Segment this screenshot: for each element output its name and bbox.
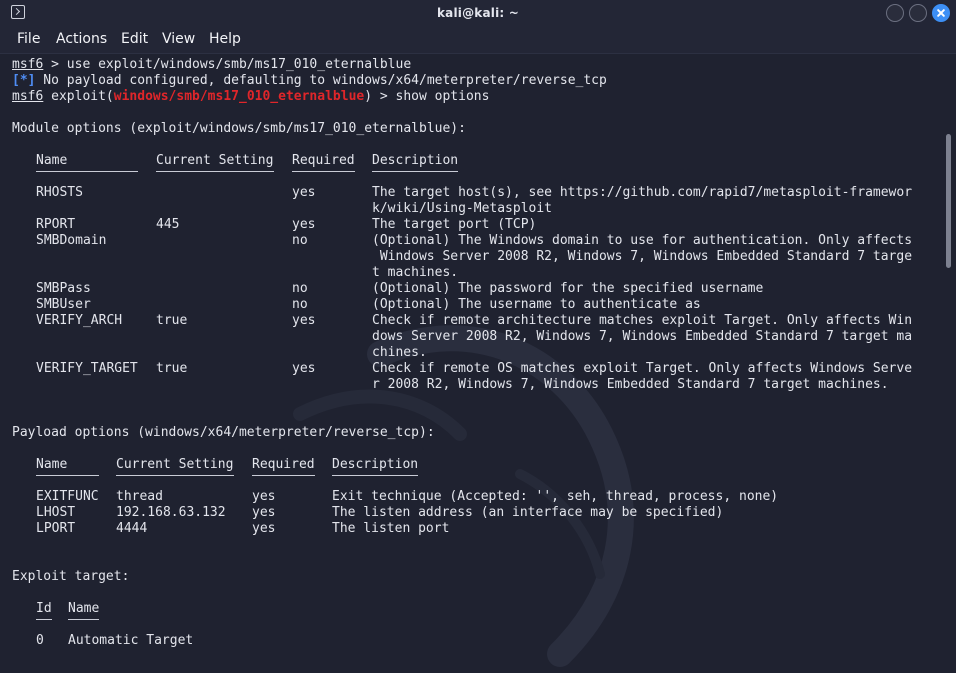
option-description: The listen address (an interface may be …: [332, 505, 724, 520]
option-required: yes: [292, 185, 316, 200]
terminal-output[interactable]: msf6 > use exploit/windows/smb/ms17_010_…: [0, 54, 942, 673]
target-name: Automatic Target: [68, 633, 194, 648]
option-setting: true: [156, 361, 188, 376]
header-underline: [292, 171, 355, 172]
option-name: RPORT: [36, 217, 76, 232]
menu-actions[interactable]: Actions: [56, 31, 107, 47]
option-required: yes: [252, 489, 276, 504]
option-description: The target host(s), see https://github.c…: [372, 185, 913, 200]
option-name: SMBUser: [36, 297, 91, 312]
option-setting: 4444: [116, 521, 148, 536]
header-underline: [68, 619, 100, 620]
header-underline: [332, 475, 419, 476]
column-header: Required: [292, 153, 355, 168]
column-header: Required: [252, 457, 315, 472]
option-description: t machines.: [372, 265, 459, 280]
option-description: Windows Server 2008 R2, Windows 7, Windo…: [372, 249, 913, 264]
column-header: Name: [36, 457, 68, 472]
option-required: no: [292, 297, 308, 312]
column-header: Description: [372, 153, 459, 168]
header-underline: [116, 475, 234, 476]
menu-edit[interactable]: Edit: [121, 31, 148, 47]
column-header: Name: [36, 153, 68, 168]
menu-view[interactable]: View: [162, 31, 195, 47]
command-line-use: msf6 > use exploit/windows/smb/ms17_010_…: [12, 57, 412, 72]
header-underline: [36, 171, 139, 172]
option-description: Exit technique (Accepted: '', seh, threa…: [332, 489, 779, 504]
option-name: EXITFUNC: [36, 489, 99, 504]
option-description: chines.: [372, 345, 427, 360]
option-required: no: [292, 281, 308, 296]
header-underline: [156, 171, 274, 172]
option-required: no: [292, 233, 308, 248]
option-name: SMBPass: [36, 281, 91, 296]
exploit-target-heading: Exploit target:: [12, 569, 130, 584]
option-required: yes: [292, 361, 316, 376]
option-description: The listen port: [332, 521, 450, 536]
option-description: dows Server 2008 R2, Windows 7, Windows …: [372, 329, 913, 344]
target-id: 0: [36, 633, 44, 648]
close-button[interactable]: [932, 4, 950, 22]
option-description: k/wiki/Using-Metasploit: [372, 201, 553, 216]
header-underline: [372, 171, 459, 172]
option-setting: 192.168.63.132: [116, 505, 226, 520]
option-name: VERIFY_ARCH: [36, 313, 123, 328]
option-description: (Optional) The username to authenticate …: [372, 297, 701, 312]
module-path: windows/smb/ms17_010_eternalblue: [113, 89, 365, 104]
menu-help[interactable]: Help: [209, 31, 241, 47]
option-setting: thread: [116, 489, 163, 504]
option-required: yes: [292, 217, 316, 232]
menu-file[interactable]: File: [17, 31, 40, 47]
header-underline: [36, 475, 99, 476]
title-bar[interactable]: kali@kali: ~: [0, 0, 956, 27]
option-description: Check if remote OS matches exploit Targe…: [372, 361, 913, 376]
option-name: SMBDomain: [36, 233, 107, 248]
scrollbar-thumb[interactable]: [946, 134, 951, 268]
payload-options-heading: Payload options (windows/x64/meterpreter…: [12, 425, 435, 440]
option-required: yes: [292, 313, 316, 328]
column-header: Current Setting: [116, 457, 234, 472]
minimize-button[interactable]: [886, 4, 904, 22]
scrollbar[interactable]: [942, 54, 956, 673]
option-description: (Optional) The password for the specifie…: [372, 281, 764, 296]
option-description: (Optional) The Windows domain to use for…: [372, 233, 913, 248]
option-name: LHOST: [36, 505, 76, 520]
terminal-window: kali@kali: ~ File Actions Edit View Help…: [0, 0, 956, 673]
option-name: VERIFY_TARGET: [36, 361, 138, 376]
option-name: LPORT: [36, 521, 76, 536]
column-header: Id: [36, 601, 52, 616]
option-description: r 2008 R2, Windows 7, Windows Embedded S…: [372, 377, 889, 392]
column-header: Current Setting: [156, 153, 274, 168]
info-line-payload: [*] No payload configured, defaulting to…: [12, 73, 607, 88]
option-description: The target port (TCP): [372, 217, 537, 232]
option-description: Check if remote architecture matches exp…: [372, 313, 913, 328]
maximize-button[interactable]: [909, 4, 927, 22]
module-options-heading: Module options (exploit/windows/smb/ms17…: [12, 121, 466, 136]
window-title: kali@kali: ~: [436, 6, 520, 20]
option-required: yes: [252, 521, 276, 536]
option-required: yes: [252, 505, 276, 520]
header-underline: [36, 619, 52, 620]
column-header: Name: [68, 601, 100, 616]
prompt-msf6: msf6: [12, 57, 44, 72]
option-setting: 445: [156, 217, 180, 232]
command-line-show-options: msf6 exploit(windows/smb/ms17_010_eterna…: [12, 89, 490, 104]
prompt-msf6: msf6: [12, 89, 44, 104]
option-name: RHOSTS: [36, 185, 83, 200]
column-header: Description: [332, 457, 419, 472]
info-tag: [*]: [12, 73, 36, 88]
option-setting: true: [156, 313, 188, 328]
menu-bar: File Actions Edit View Help: [0, 27, 956, 54]
header-underline: [252, 475, 315, 476]
